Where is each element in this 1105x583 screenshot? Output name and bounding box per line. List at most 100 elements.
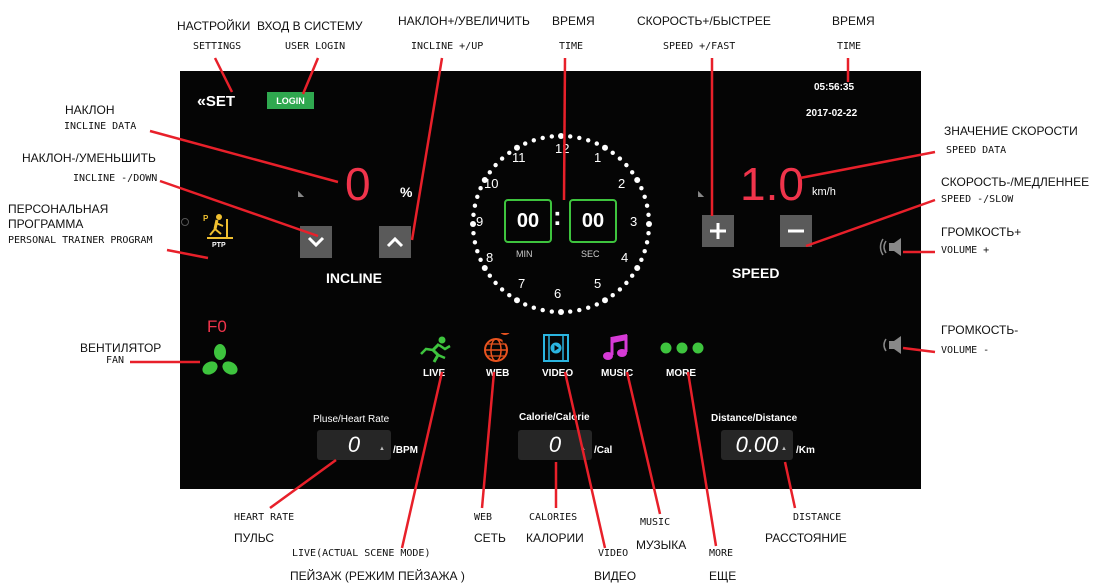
annotation-speed-slow-ru: СКОРОСТЬ-/МЕДЛЕННЕЕ bbox=[941, 175, 1090, 189]
timer-seconds: 00 bbox=[581, 209, 605, 232]
timer-minutes-box: 00 bbox=[504, 199, 552, 243]
calorie-unit: /Cal bbox=[594, 445, 613, 456]
annotation-settings-ru: НАСТРОЙКИ bbox=[177, 19, 251, 33]
video-app-label: VIDEO bbox=[542, 368, 574, 379]
clock-time: 05:56:35 bbox=[814, 82, 855, 93]
annotation-cal-ru: КАЛОРИИ bbox=[526, 531, 584, 545]
dial-tick bbox=[594, 302, 599, 307]
settings-label: SET bbox=[205, 93, 236, 110]
dial-tick bbox=[629, 170, 635, 175]
dial-tick bbox=[507, 150, 512, 156]
pulse-value-box: 0 ▲ bbox=[317, 430, 391, 460]
annotation-cal-en: CALORIES bbox=[529, 512, 578, 523]
dial-tick bbox=[481, 265, 488, 271]
settings-button[interactable]: «SET bbox=[197, 94, 235, 110]
dial-number: 7 bbox=[518, 276, 526, 291]
annotation-ptp-en: PERSONAL TRAINER PROGRAM bbox=[8, 235, 153, 246]
annotation-live-en: LIVE(ACTUAL SCENE MODE) bbox=[292, 548, 431, 559]
dial-number: 1 bbox=[594, 150, 602, 165]
live-app-button[interactable]: LIVE bbox=[418, 335, 454, 381]
incline-label: INCLINE bbox=[326, 270, 382, 286]
login-button[interactable]: LOGIN bbox=[267, 92, 314, 109]
dial-tick bbox=[617, 287, 623, 292]
speed-value: 1.0 bbox=[740, 158, 804, 210]
dial-number: 10 bbox=[484, 176, 499, 191]
web-app-label: WEB bbox=[486, 368, 510, 379]
dial-tick bbox=[585, 138, 591, 143]
annotation-fan-ru: ВЕНТИЛЯТОР bbox=[80, 341, 162, 355]
incline-down-button[interactable] bbox=[300, 226, 332, 258]
dial-tick bbox=[472, 240, 478, 245]
video-app-button[interactable]: VIDEO bbox=[541, 333, 577, 381]
dial-tick bbox=[646, 221, 652, 227]
chevron-up-icon bbox=[386, 236, 404, 248]
dial-tick bbox=[523, 141, 528, 146]
dial-number: 9 bbox=[476, 214, 484, 229]
speed-up-button[interactable] bbox=[702, 215, 734, 247]
annotation-web-en: WEB bbox=[474, 512, 493, 523]
dial-tick bbox=[602, 297, 608, 304]
dial-number: 5 bbox=[594, 276, 602, 291]
annotation-settings-en: SETTINGS bbox=[193, 41, 242, 52]
fan-button[interactable] bbox=[200, 343, 240, 379]
dial-tick bbox=[549, 134, 555, 139]
annotation-incline-data-ru: НАКЛОН bbox=[65, 103, 115, 117]
small-marker-icon: ◣ bbox=[298, 189, 305, 198]
dial-number: 2 bbox=[618, 176, 626, 191]
double-chevron-left-icon: « bbox=[197, 93, 206, 110]
annotation-more-ru: ЕЩЕ bbox=[709, 569, 737, 583]
calorie-title: Calorie/Calorie bbox=[519, 412, 590, 423]
minus-icon bbox=[788, 229, 804, 233]
dial-tick bbox=[644, 240, 650, 245]
dial-tick bbox=[540, 135, 545, 141]
dial-tick bbox=[610, 150, 615, 156]
annotation-login-en: USER LOGIN bbox=[285, 41, 346, 52]
music-note-icon bbox=[603, 334, 628, 360]
dial-tick bbox=[523, 302, 528, 307]
annotation-music-ru: МУЗЫКА bbox=[636, 538, 687, 552]
dial-tick bbox=[540, 307, 545, 313]
annotation-incline-down-ru: НАКЛОН-/УМЕНЬШИТЬ bbox=[22, 151, 156, 165]
speaker-loud-icon bbox=[879, 238, 901, 256]
annotation-time1-en: TIME bbox=[559, 41, 584, 52]
dial-tick bbox=[624, 162, 629, 168]
music-app-button[interactable]: MUSIC bbox=[600, 333, 640, 381]
distance-value: 0.00 bbox=[735, 432, 779, 457]
annotation-incline-up-en: INCLINE +/UP bbox=[411, 41, 484, 52]
dial-tick bbox=[634, 177, 641, 183]
dial-tick bbox=[549, 309, 555, 314]
annotation-heart-en: HEART RATE bbox=[234, 512, 295, 523]
fan-icon bbox=[202, 344, 238, 375]
speed-down-button[interactable] bbox=[780, 215, 812, 247]
dot-marker-icon: ▲ bbox=[580, 446, 586, 452]
incline-unit: % bbox=[400, 184, 413, 200]
web-app-button[interactable]: WEB bbox=[482, 323, 516, 381]
annotation-incline-down-en: INCLINE -/DOWN bbox=[73, 173, 158, 184]
annotation-time2-ru: ВРЕМЯ bbox=[832, 14, 875, 28]
dial-tick bbox=[567, 309, 573, 314]
more-dots-icon bbox=[660, 342, 704, 354]
dial-tick bbox=[531, 305, 537, 310]
annotation-incline-up-ru: НАКЛОН+/УВЕЛИЧИТЬ bbox=[398, 14, 530, 28]
dial-tick bbox=[471, 230, 476, 236]
timer-minutes: 00 bbox=[516, 209, 540, 232]
annotation-speed-fast-en: SPEED +/FAST bbox=[663, 41, 736, 52]
timer-seconds-box: 00 bbox=[569, 199, 617, 243]
volume-up-button[interactable] bbox=[879, 237, 905, 257]
annotation-ptp-ru-1: ПЕРСОНАЛЬНАЯ bbox=[8, 202, 109, 216]
volume-down-button[interactable] bbox=[879, 335, 905, 355]
annotation-time1-ru: ВРЕМЯ bbox=[552, 14, 595, 28]
globe-pin-icon bbox=[484, 323, 512, 362]
distance-unit: /Km bbox=[796, 445, 815, 456]
dial-tick bbox=[634, 265, 641, 271]
incline-up-button[interactable] bbox=[379, 226, 411, 258]
dial-tick bbox=[514, 297, 520, 304]
dial-tick bbox=[499, 156, 505, 161]
chevron-down-icon bbox=[307, 236, 325, 248]
annotation-live-ru: ПЕЙЗАЖ (РЕЖИМ ПЕЙЗАЖА ) bbox=[290, 569, 465, 583]
dial-tick bbox=[478, 257, 483, 262]
personal-trainer-program-button[interactable]: P PTP bbox=[203, 211, 239, 251]
login-label: LOGIN bbox=[276, 95, 305, 106]
dial-tick bbox=[531, 138, 537, 143]
more-app-button[interactable]: MORE bbox=[659, 339, 707, 381]
